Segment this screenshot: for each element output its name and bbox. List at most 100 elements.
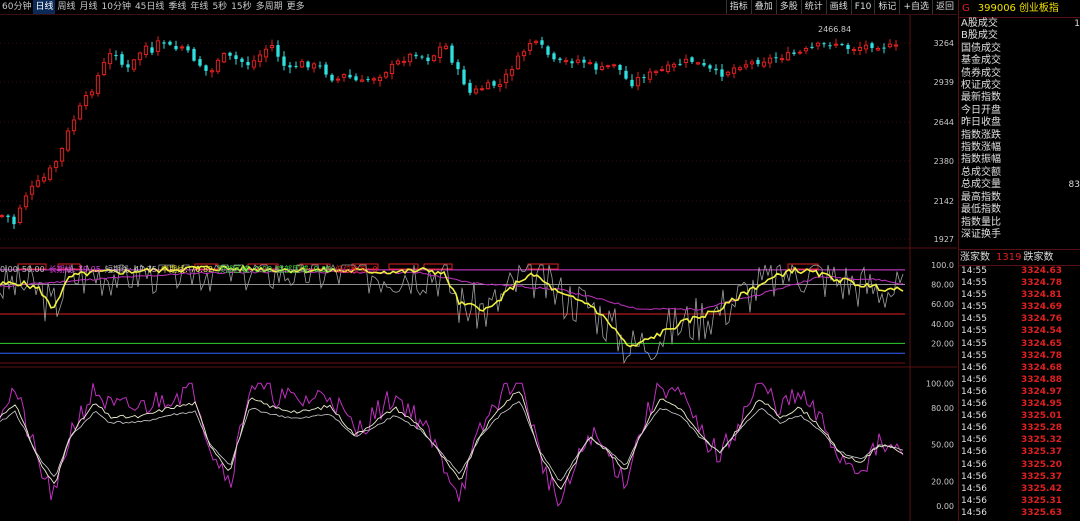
tick-row: 14:55 3324.76	[959, 313, 1080, 325]
stat-value: 1	[1074, 19, 1080, 29]
candle-body	[509, 68, 515, 76]
stat-label: B股成交	[961, 30, 998, 42]
stat-row: 今日开盘	[959, 105, 1080, 117]
candle-body	[174, 46, 178, 50]
candle-body	[635, 76, 641, 87]
candle-body	[228, 52, 232, 56]
candle-body	[618, 65, 622, 70]
period-tab[interactable]: 更多	[285, 0, 307, 14]
candle-body	[17, 207, 23, 223]
toolbar-action-button[interactable]: 多股	[775, 0, 801, 14]
candle-body	[558, 58, 562, 61]
toolbar-action-button[interactable]: F10	[850, 0, 875, 14]
candle-body	[779, 58, 785, 61]
toolbar-action-button[interactable]: 统计	[800, 0, 826, 14]
candle-body	[678, 63, 682, 65]
toolbar-action-button[interactable]: +自选	[899, 0, 932, 14]
candle-body	[653, 70, 659, 74]
advancers-count: 1319	[996, 252, 1022, 263]
candle-body	[563, 60, 569, 63]
candle-body	[450, 45, 454, 63]
candle-body	[204, 65, 208, 71]
toolbar-action-button[interactable]: 指标	[725, 0, 751, 14]
tick-price: 3324.95	[1021, 399, 1062, 410]
candle-body	[29, 185, 35, 195]
indicator-legend-item: 短期线: 47.75	[104, 265, 157, 274]
indicator-legend-item: 顶部区域: 0.00	[217, 265, 273, 274]
tick-row: 14:55 3324.81	[959, 289, 1080, 301]
stat-label: 总成交额	[961, 166, 1001, 178]
index-code: 399006	[977, 3, 1016, 14]
candle-body	[611, 64, 617, 67]
candle-body	[479, 88, 485, 91]
candle-body	[192, 48, 196, 61]
candle-body	[251, 60, 257, 68]
tick-price: 3325.32	[1021, 435, 1062, 446]
candle-body	[527, 43, 533, 51]
stat-label: 总成交量	[961, 179, 1001, 191]
stat-label: 指数量比	[961, 216, 1001, 228]
tick-time: 14:56	[961, 386, 987, 397]
tick-row: 14:56 3325.32	[959, 434, 1080, 446]
period-tab[interactable]: 日线	[33, 0, 56, 14]
candle-body	[731, 67, 737, 74]
tick-price: 3324.97	[1021, 386, 1062, 397]
stat-label: 指数涨跌	[961, 129, 1001, 141]
toolbar-action-button[interactable]: 标记	[874, 0, 899, 14]
tick-time: 14:56	[961, 507, 987, 518]
tick-price: 3324.54	[1021, 326, 1062, 337]
period-tab[interactable]: 5秒	[210, 0, 229, 14]
period-tab[interactable]: 多周期	[254, 0, 285, 14]
candle-body	[695, 62, 701, 65]
tick-price: 3325.63	[1021, 507, 1062, 518]
candle-body	[582, 59, 586, 63]
period-tab[interactable]: 季线	[166, 0, 188, 14]
k-line	[0, 382, 904, 507]
stat-row: 指数涨幅	[959, 142, 1080, 154]
tick-row: 14:56 3325.63	[959, 507, 1080, 519]
tick-row: 14:56 3325.31	[959, 495, 1080, 507]
candle-body	[53, 161, 59, 168]
tick-row: 14:56 3325.20	[959, 459, 1080, 471]
candle-body	[318, 65, 322, 67]
period-tab[interactable]: 45日线	[133, 0, 166, 14]
stat-row: B股成交	[959, 30, 1080, 42]
period-tab[interactable]: 周线	[55, 0, 77, 14]
candle-body	[659, 69, 665, 72]
tick-time: 14:56	[961, 483, 987, 494]
candle-body	[155, 40, 161, 52]
stat-row: 权证成交	[959, 80, 1080, 92]
candle-body	[114, 55, 118, 57]
candle-body	[143, 45, 149, 56]
index-name: 创业板指	[1018, 3, 1059, 14]
candle-body	[126, 64, 130, 68]
tick-time: 14:56	[961, 399, 987, 410]
candle-body	[887, 43, 893, 48]
candle-body	[168, 41, 172, 45]
toolbar-action-button[interactable]: 返回	[931, 0, 957, 14]
kline-chart-area[interactable]: 3264 2939 2644 2380 2142 1927 2466.84 100.0 80.0…	[0, 15, 957, 521]
stat-row: A股成交 1	[959, 18, 1080, 30]
candle-body	[131, 59, 137, 70]
candle-body	[533, 40, 539, 44]
indicator1-axis-label: 60.00	[931, 300, 954, 309]
tick-price: 3325.28	[1021, 423, 1062, 434]
price-axis-label: 2644	[934, 118, 954, 127]
tick-row: 14:56 3324.97	[959, 386, 1080, 398]
toolbar-action-button[interactable]: 画线	[825, 0, 851, 14]
candle-body	[515, 55, 521, 70]
period-tab[interactable]: 15秒	[229, 0, 253, 14]
stat-row: 最高指数	[959, 192, 1080, 204]
candle-body	[605, 65, 611, 68]
indicator-legend-item: 长期线: 79.05	[48, 265, 101, 274]
period-tab[interactable]: 10分钟	[100, 0, 133, 14]
candle-body	[407, 53, 413, 63]
candle-body	[23, 195, 29, 208]
candle-body	[702, 63, 706, 66]
candle-body	[708, 65, 712, 69]
period-tab[interactable]: 年线	[188, 0, 210, 14]
period-tab[interactable]: 月线	[77, 0, 99, 14]
candle-body	[366, 79, 370, 81]
period-tab[interactable]: 60分钟	[0, 0, 33, 14]
toolbar-action-button[interactable]: 叠加	[750, 0, 776, 14]
